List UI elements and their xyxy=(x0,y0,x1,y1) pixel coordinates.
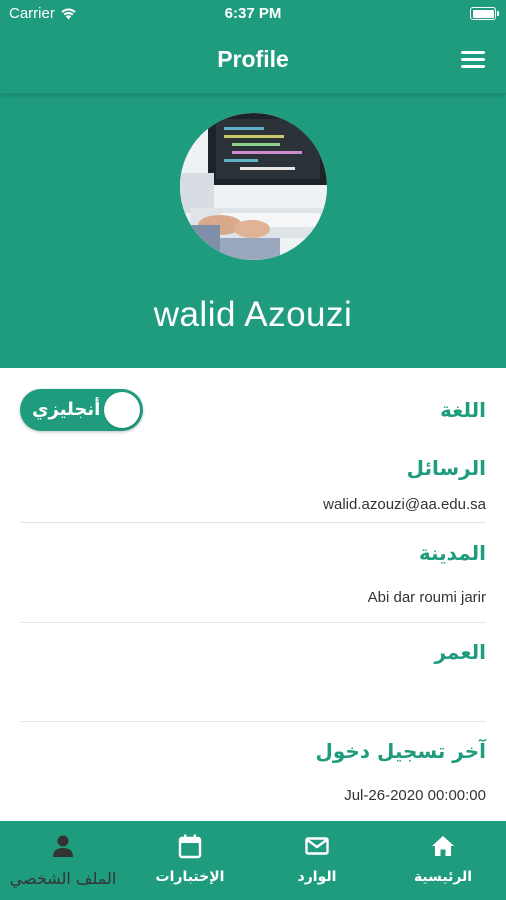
tab-quizzes[interactable]: الإختبارات xyxy=(127,821,253,900)
city-value: Abi dar roumi jarir xyxy=(367,589,486,606)
language-toggle[interactable]: أنجليزي xyxy=(20,389,143,431)
tab-label: الرئيسية xyxy=(413,869,473,885)
person-icon xyxy=(53,835,73,857)
tab-inbox[interactable]: الوارد xyxy=(254,821,380,900)
tab-label: الإختبارات xyxy=(155,869,225,885)
page-title: Profile xyxy=(217,46,289,72)
avatar[interactable] xyxy=(180,113,327,260)
calendar-icon xyxy=(178,834,202,859)
avatar-photo xyxy=(180,113,327,260)
battery-icon xyxy=(470,7,499,20)
tab-home[interactable]: الرئيسية xyxy=(380,821,506,900)
age-label: العمر xyxy=(434,640,486,664)
last-login-label: آخر تسجيل دخول xyxy=(315,739,487,763)
profile-name: walid Azouzi xyxy=(153,295,353,334)
tab-label: الملف الشخصي xyxy=(9,869,117,888)
divider xyxy=(20,622,486,623)
navigation-bar: Profile xyxy=(0,28,506,94)
messages-value: walid.azouzi@aa.edu.sa xyxy=(323,496,486,513)
language-toggle-label: أنجليزي xyxy=(32,399,101,420)
home-icon xyxy=(432,836,454,856)
tab-label: الوارد xyxy=(297,869,337,885)
hamburger-menu-icon[interactable] xyxy=(461,51,485,69)
tab-bar: الملف الشخصي الإختبارات الوارد الرئيسية xyxy=(0,821,506,900)
toggle-knob xyxy=(104,392,140,428)
envelope-icon xyxy=(305,837,329,855)
last-login-value: Jul-26-2020 00:00:00 xyxy=(344,787,486,804)
tab-profile[interactable]: الملف الشخصي xyxy=(0,821,126,900)
status-bar: Carrier 6:37 PM xyxy=(0,0,506,28)
language-label: اللغة xyxy=(440,398,486,422)
divider xyxy=(20,721,486,722)
messages-label: الرسائل xyxy=(406,456,486,480)
clock: 6:37 PM xyxy=(224,5,282,22)
city-label: المدينة xyxy=(418,541,486,565)
divider xyxy=(20,522,486,523)
